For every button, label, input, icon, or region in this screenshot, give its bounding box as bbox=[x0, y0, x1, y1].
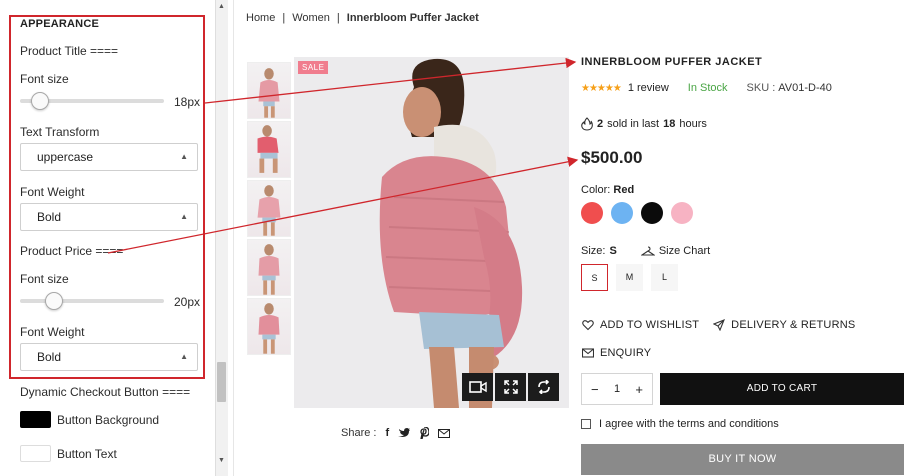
terms-label: I agree with the terms and conditions bbox=[599, 418, 779, 430]
gallery-thumbnail[interactable] bbox=[247, 239, 291, 296]
breadcrumb-separator: | bbox=[282, 12, 286, 24]
size-value: S bbox=[609, 245, 617, 257]
size-option-s[interactable]: S bbox=[581, 264, 608, 291]
model-thumbnail-image bbox=[258, 244, 280, 295]
quantity-stepper: − 1 + bbox=[581, 373, 653, 405]
pinterest-icon[interactable] bbox=[419, 427, 430, 439]
size-label-row: Size: S Size Chart bbox=[581, 245, 710, 257]
rating-stars-icon: ★★★★★ bbox=[581, 82, 622, 94]
paper-plane-icon bbox=[713, 319, 726, 331]
share-row: Share : f bbox=[341, 427, 451, 439]
wishlist-row: ADD TO WISHLIST DELIVERY & RETURNS bbox=[582, 319, 855, 331]
button-text-label: Button Text bbox=[57, 447, 117, 461]
quantity-increase-button[interactable]: + bbox=[635, 382, 643, 397]
gallery-thumbnail[interactable] bbox=[247, 62, 291, 119]
color-label: Color: bbox=[581, 184, 611, 196]
expand-icon bbox=[503, 380, 518, 394]
model-thumbnail-image bbox=[258, 68, 280, 118]
scrollbar-thumb[interactable] bbox=[217, 362, 226, 402]
video-camera-icon bbox=[468, 381, 487, 393]
sale-badge: SALE bbox=[298, 61, 329, 74]
twitter-icon[interactable] bbox=[398, 428, 411, 438]
image-controls bbox=[462, 373, 559, 401]
enquiry-row: ENQUIRY bbox=[582, 347, 651, 359]
sold-count: 2 bbox=[597, 118, 604, 130]
button-text-color-swatch[interactable] bbox=[20, 445, 51, 462]
highlight-annotation-box bbox=[9, 15, 205, 379]
delivery-returns-link[interactable]: DELIVERY & RETURNS bbox=[731, 319, 855, 331]
gallery-thumbnail[interactable] bbox=[247, 298, 291, 355]
gallery-thumbnail[interactable] bbox=[247, 121, 291, 178]
hanger-icon bbox=[640, 246, 655, 256]
product-price: $500.00 bbox=[581, 148, 643, 167]
envelope-icon bbox=[582, 348, 594, 358]
color-label-row: Color: Red bbox=[581, 184, 634, 196]
video-button[interactable] bbox=[462, 373, 493, 401]
scroll-down-arrow-icon[interactable]: ▼ bbox=[215, 455, 228, 467]
scroll-up-arrow-icon[interactable]: ▲ bbox=[215, 1, 228, 13]
facebook-icon[interactable]: f bbox=[385, 427, 389, 439]
model-thumbnail-image bbox=[257, 185, 281, 236]
breadcrumb-current: Innerbloom Puffer Jacket bbox=[346, 12, 479, 24]
sold-count-row: 2 sold in last 18 hours bbox=[581, 117, 707, 131]
panel-scrollbar[interactable] bbox=[215, 0, 228, 476]
sold-hours-unit: hours bbox=[679, 118, 707, 130]
review-count[interactable]: 1 review bbox=[628, 82, 669, 94]
buy-it-now-button[interactable]: BUY IT NOW bbox=[581, 444, 904, 475]
stock-status: In Stock bbox=[687, 82, 728, 94]
breadcrumb-separator: | bbox=[336, 12, 340, 24]
fire-icon bbox=[581, 117, 593, 131]
color-swatch-blue[interactable] bbox=[611, 202, 633, 224]
quantity-value[interactable]: 1 bbox=[614, 383, 620, 395]
color-swatches bbox=[581, 202, 693, 224]
rating-row: ★★★★★ 1 review In Stock SKU : AV01-D-40 bbox=[581, 82, 832, 94]
sku-label: SKU : bbox=[746, 82, 776, 94]
color-swatch-red[interactable] bbox=[581, 202, 603, 224]
breadcrumb: Home | Women | Innerbloom Puffer Jacket bbox=[246, 12, 479, 24]
product-main-image[interactable]: SALE bbox=[294, 57, 569, 408]
email-icon[interactable] bbox=[438, 428, 451, 438]
size-label: Size: bbox=[581, 245, 606, 257]
quantity-decrease-button[interactable]: − bbox=[591, 382, 599, 397]
model-photo-illustration bbox=[294, 57, 569, 408]
add-to-wishlist-link[interactable]: ADD TO WISHLIST bbox=[600, 319, 699, 331]
gallery-thumbnail[interactable] bbox=[247, 180, 291, 237]
rotate-arrows-icon bbox=[537, 380, 550, 394]
button-background-label: Button Background bbox=[57, 413, 160, 427]
size-option-m[interactable]: M bbox=[616, 264, 643, 291]
button-background-color-swatch[interactable] bbox=[20, 411, 51, 428]
color-value: Red bbox=[613, 184, 635, 196]
model-thumbnail-image bbox=[258, 303, 280, 354]
heart-icon bbox=[582, 320, 594, 331]
product-title: INNERBLOOM PUFFER JACKET bbox=[581, 56, 763, 68]
share-label: Share : bbox=[341, 427, 377, 439]
sold-text: sold in last bbox=[607, 118, 660, 130]
sold-hours: 18 bbox=[663, 118, 676, 130]
model-thumbnail-image bbox=[257, 125, 279, 173]
enquiry-link[interactable]: ENQUIRY bbox=[600, 347, 651, 359]
terms-checkbox[interactable] bbox=[581, 419, 591, 429]
size-options: S M L bbox=[581, 264, 678, 291]
sku-value: AV01-D-40 bbox=[778, 82, 832, 94]
rotate-360-button[interactable] bbox=[528, 373, 559, 401]
size-option-l[interactable]: L bbox=[651, 264, 678, 291]
breadcrumb-home[interactable]: Home bbox=[246, 12, 275, 24]
size-chart-link[interactable]: Size Chart bbox=[659, 245, 710, 257]
color-swatch-black[interactable] bbox=[641, 202, 663, 224]
terms-row: I agree with the terms and conditions bbox=[581, 418, 779, 430]
add-to-cart-button[interactable]: ADD TO CART bbox=[660, 373, 904, 405]
gallery-thumbnails bbox=[247, 62, 291, 355]
breadcrumb-women[interactable]: Women bbox=[292, 12, 330, 24]
dynamic-checkout-heading: Dynamic Checkout Button ==== bbox=[20, 385, 191, 399]
fullscreen-button[interactable] bbox=[495, 373, 526, 401]
color-swatch-pink[interactable] bbox=[671, 202, 693, 224]
